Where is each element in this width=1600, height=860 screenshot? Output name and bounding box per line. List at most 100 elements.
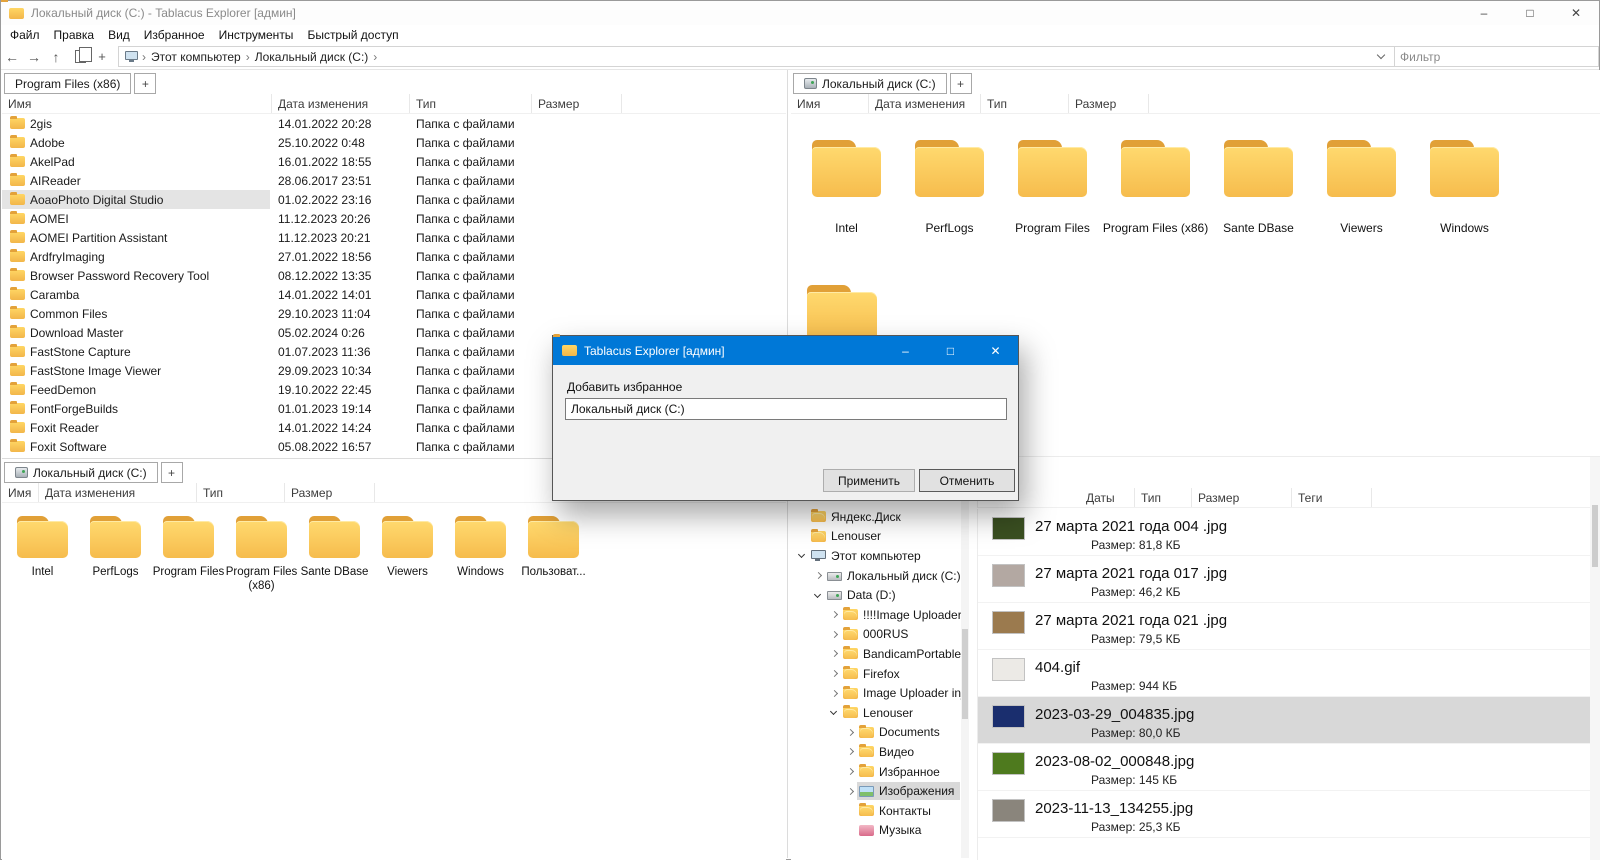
tree-scrollbar[interactable] bbox=[961, 488, 969, 858]
folder-item[interactable]: PerfLogs bbox=[898, 114, 1001, 235]
filter-input[interactable] bbox=[1395, 46, 1599, 67]
column-header[interactable]: Дата изменения bbox=[39, 483, 197, 502]
folder-item[interactable]: Viewers bbox=[1310, 114, 1413, 235]
file-row[interactable]: 404.gif Размер: 944 КБ bbox=[978, 650, 1590, 697]
breadcrumb-segment-local-disk-c[interactable]: Локальный диск (C:) bbox=[251, 50, 373, 64]
menu-item[interactable]: Избранное bbox=[137, 26, 212, 44]
tree-item[interactable]: Локальный диск (C:) bbox=[791, 566, 961, 586]
tree-expander-icon[interactable] bbox=[845, 742, 857, 761]
file-row[interactable]: 2023-03-29_004835.jpg Размер: 80,0 КБ bbox=[978, 697, 1590, 744]
menu-item[interactable]: Правка bbox=[47, 26, 102, 44]
tree-expander-icon[interactable] bbox=[845, 801, 857, 820]
folder-item[interactable]: Program Files (x86) bbox=[225, 503, 298, 594]
column-header[interactable]: Даты bbox=[1080, 488, 1135, 507]
new-window-icon[interactable] bbox=[75, 50, 86, 63]
column-header[interactable]: Дата изменения bbox=[869, 94, 981, 113]
tree-expander-icon[interactable] bbox=[845, 782, 857, 801]
back-button[interactable]: ← bbox=[1, 46, 23, 68]
folder-item[interactable]: Intel bbox=[795, 114, 898, 235]
tree-item[interactable]: Data (D:) bbox=[791, 585, 902, 605]
folder-item[interactable]: Windows bbox=[1413, 114, 1516, 235]
tree-item[interactable]: Documents bbox=[791, 723, 946, 743]
add-tab-button[interactable]: + bbox=[94, 49, 110, 65]
tree-item[interactable]: Избранное bbox=[791, 762, 946, 782]
tree-expander-icon[interactable] bbox=[829, 684, 841, 703]
breadcrumb-segment-this-pc[interactable]: Этот компьютер bbox=[147, 50, 245, 64]
column-header[interactable]: Размер bbox=[532, 94, 622, 113]
tree-expander-icon[interactable] bbox=[829, 644, 841, 663]
folder-item[interactable]: Windows bbox=[444, 503, 517, 594]
breadcrumb[interactable]: › Этот компьютер › Локальный диск (C:) › bbox=[118, 46, 1395, 67]
tree-expander-icon[interactable] bbox=[845, 821, 857, 840]
column-header[interactable]: Имя bbox=[791, 94, 869, 113]
column-header[interactable]: Имя bbox=[2, 94, 272, 113]
dialog-close-button[interactable]: ✕ bbox=[973, 336, 1018, 365]
column-header[interactable]: Тип bbox=[1135, 488, 1192, 507]
column-header[interactable]: Дата изменения bbox=[272, 94, 410, 113]
file-row[interactable]: 2023-08-02_000848.jpg Размер: 145 КБ bbox=[978, 744, 1590, 791]
menu-item[interactable]: Вид bbox=[101, 26, 137, 44]
tree-item[interactable]: Firefox bbox=[791, 664, 906, 684]
file-row[interactable]: 27 марта 2021 года 021 .jpg Размер: 79,5… bbox=[978, 603, 1590, 650]
column-header[interactable]: Размер bbox=[1069, 94, 1149, 113]
tree-item[interactable]: Lenouser bbox=[791, 703, 919, 723]
tree-item[interactable]: Lenouser bbox=[791, 527, 887, 547]
scrollbar-thumb[interactable] bbox=[1592, 505, 1598, 567]
favorite-name-input[interactable] bbox=[565, 398, 1007, 420]
new-tab-button[interactable]: + bbox=[950, 73, 972, 94]
tree-item[interactable]: Изображения bbox=[791, 781, 960, 801]
file-row[interactable]: ArdfryImaging 27.01.2022 18:56 Папка с ф… bbox=[2, 247, 786, 266]
tree-expander-icon[interactable] bbox=[829, 703, 841, 722]
tree-item[interactable]: Яндекс.Диск bbox=[791, 507, 907, 527]
tree-expander-icon[interactable] bbox=[829, 605, 841, 624]
tree-item[interactable]: Видео bbox=[791, 742, 920, 762]
column-header[interactable]: Теги bbox=[1292, 488, 1372, 507]
folder-item[interactable]: PerfLogs bbox=[79, 503, 152, 594]
folder-item[interactable]: Sante DBase bbox=[1207, 114, 1310, 235]
folder-item[interactable]: Program Files bbox=[1001, 114, 1104, 235]
tree-item[interactable]: Этот компьютер bbox=[791, 546, 927, 566]
column-header[interactable]: Имя bbox=[2, 483, 39, 502]
dialog-minimize-button[interactable]: – bbox=[883, 336, 928, 365]
tree-expander-icon[interactable] bbox=[797, 507, 809, 526]
tree-item[interactable]: !!!!Image Uploader Nig... bbox=[791, 605, 961, 625]
tree-item[interactable]: BandicamPortable bbox=[791, 644, 961, 664]
column-header[interactable]: Размер bbox=[285, 483, 375, 502]
column-header[interactable]: Тип bbox=[197, 483, 285, 502]
file-row[interactable]: 27 марта 2021 года 017 .jpg Размер: 46,2… bbox=[978, 556, 1590, 603]
column-header[interactable]: Тип bbox=[981, 94, 1069, 113]
dialog-maximize-button[interactable]: □ bbox=[928, 336, 973, 365]
tree-item[interactable]: Музыка bbox=[791, 821, 927, 841]
tree-item[interactable]: 000RUS bbox=[791, 625, 914, 645]
tree-item[interactable]: Image Uploader injob bbox=[791, 683, 961, 703]
folder-item[interactable]: Program Files (x86) bbox=[1104, 114, 1207, 235]
close-button[interactable]: ✕ bbox=[1553, 1, 1599, 25]
menu-item[interactable]: Быстрый доступ bbox=[300, 26, 405, 44]
dialog-titlebar[interactable]: Tablacus Explorer [админ] – □ ✕ bbox=[553, 336, 1018, 365]
column-header[interactable]: Тип bbox=[410, 94, 532, 113]
tree-expander-icon[interactable] bbox=[813, 586, 825, 605]
forward-button[interactable]: → bbox=[23, 46, 45, 68]
file-row[interactable]: AIReader 28.06.2017 23:51 Папка с файлам… bbox=[2, 171, 786, 190]
tab-local-disk-c[interactable]: Локальный диск (C:) bbox=[793, 73, 947, 94]
file-row[interactable]: AoaoPhoto Digital Studio 01.02.2022 23:1… bbox=[2, 190, 786, 209]
file-row[interactable]: AOMEI Partition Assistant 11.12.2023 20:… bbox=[2, 228, 786, 247]
up-button[interactable]: ↑ bbox=[45, 46, 67, 68]
new-tab-button[interactable]: + bbox=[161, 462, 183, 483]
file-row[interactable]: 2gis 14.01.2022 20:28 Папка с файлами bbox=[2, 114, 786, 133]
folder-item[interactable]: Program Files bbox=[152, 503, 225, 594]
cancel-button[interactable]: Отменить bbox=[919, 469, 1015, 492]
folder-icon-partial[interactable] bbox=[804, 285, 880, 342]
folder-item[interactable]: Intel bbox=[6, 503, 79, 594]
tree-expander-icon[interactable] bbox=[845, 762, 857, 781]
tree-expander-icon[interactable] bbox=[797, 546, 809, 565]
file-row[interactable]: AOMEI 11.12.2023 20:26 Папка с файлами bbox=[2, 209, 786, 228]
minimize-button[interactable]: – bbox=[1461, 1, 1507, 25]
file-row[interactable]: Adobe 25.10.2022 0:48 Папка с файлами bbox=[2, 133, 786, 152]
folder-item[interactable]: Viewers bbox=[371, 503, 444, 594]
folder-item[interactable]: Sante DBase bbox=[298, 503, 371, 594]
file-row[interactable]: Caramba 14.01.2022 14:01 Папка с файлами bbox=[2, 285, 786, 304]
tree-expander-icon[interactable] bbox=[813, 566, 825, 585]
menu-item[interactable]: Инструменты bbox=[212, 26, 301, 44]
file-row[interactable]: Common Files 29.10.2023 11:04 Папка с фа… bbox=[2, 304, 786, 323]
